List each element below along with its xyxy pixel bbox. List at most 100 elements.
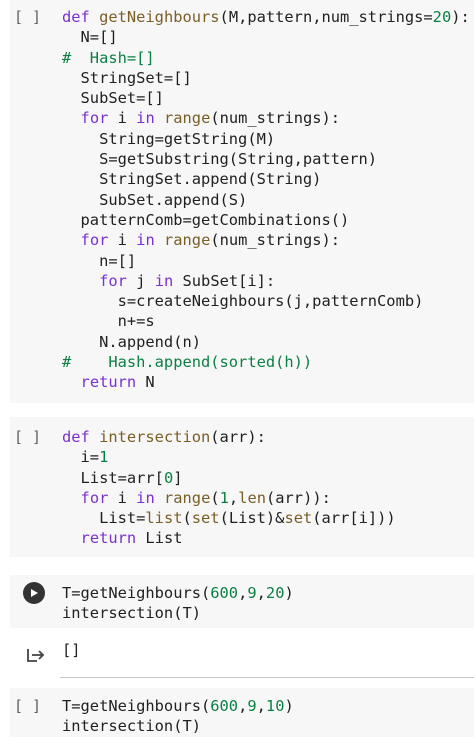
code-token: 0	[163, 468, 174, 487]
code-token: ,	[256, 584, 266, 602]
code-token: in	[136, 488, 155, 507]
code-line: # Hash=[]	[62, 48, 470, 68]
code-token: in	[136, 109, 155, 128]
code-line: n+=s	[62, 311, 470, 331]
code-token: List=arr[	[62, 468, 164, 487]
code-token: in	[154, 271, 174, 290]
code-token: n+=s	[62, 312, 155, 331]
code-token: List=	[62, 509, 146, 528]
code-editor[interactable]: T=getNeighbours(600,9,10) intersection(T)	[62, 696, 294, 737]
code-token: SubSet[i]:	[173, 271, 276, 290]
code-token: 9	[247, 584, 257, 602]
output-arrow-icon	[27, 649, 45, 662]
run-cell-button[interactable]	[23, 582, 45, 604]
code-token: String=getString(M)	[62, 129, 276, 148]
code-line: for j in SubSet[i]:	[62, 271, 470, 291]
code-token: ,	[238, 584, 248, 602]
code-token: 20	[265, 584, 285, 602]
code-token: set	[191, 509, 220, 528]
play-icon	[31, 589, 38, 597]
code-token: (num_strings):	[210, 231, 341, 250]
code-token: return	[80, 373, 137, 392]
code-token: i=	[62, 448, 100, 467]
code-token: N	[136, 373, 155, 392]
code-token: (arr[i]))	[312, 509, 396, 528]
code-editor[interactable]: def getNeighbours(M,pattern,num_strings=…	[62, 7, 470, 393]
output-divider	[60, 677, 474, 678]
code-token: set	[284, 509, 313, 528]
code-token: for	[80, 109, 109, 128]
code-token: def	[62, 428, 100, 446]
code-token: (M,pattern,num_strings=	[219, 8, 433, 26]
code-line: s=createNeighbours(j,patternComb)	[62, 291, 470, 311]
code-token: def	[62, 8, 100, 26]
code-line: List=list(set(List)&set(arr[i]))	[62, 508, 396, 528]
cell-run-gutter[interactable]: [ ]	[14, 428, 41, 446]
code-token: T=getNeighbours(	[62, 697, 211, 715]
code-token: ):	[451, 8, 470, 26]
code-line: for i in range(1,len(arr)):	[62, 488, 396, 508]
code-token: intersection(T)	[62, 604, 201, 623]
code-line: SubSet.append(S)	[62, 190, 470, 210]
code-token: S=getSubstring(String,pattern)	[62, 150, 378, 169]
code-token: list	[145, 509, 183, 528]
code-line: T=getNeighbours(600,9,20)	[62, 583, 294, 603]
code-token: )	[284, 697, 294, 715]
code-token: 9	[247, 697, 257, 715]
code-line: S=getSubstring(String,pattern)	[62, 149, 470, 169]
code-token: 1	[219, 488, 229, 507]
code-token: in	[136, 231, 155, 250]
code-editor[interactable]: T=getNeighbours(600,9,20) intersection(T)	[62, 583, 294, 624]
code-token: (	[182, 509, 192, 528]
code-line: for i in range(num_strings):	[62, 230, 470, 250]
code-token: intersection	[99, 428, 211, 446]
code-token: j	[126, 271, 155, 290]
code-token: 20	[432, 8, 452, 26]
code-editor[interactable]: def intersection(arr): i=1 List=arr[0] f…	[62, 427, 396, 549]
code-token: N=[]	[62, 28, 118, 47]
code-token: getNeighbours	[99, 8, 220, 26]
cell-output: []	[62, 641, 81, 659]
code-token: (	[210, 488, 220, 507]
code-token: N.append(n)	[62, 332, 201, 351]
code-token: # Hash=[]	[62, 48, 155, 67]
code-token: List	[136, 529, 183, 548]
code-token: SubSet=[]	[62, 89, 164, 108]
code-token: ,	[256, 697, 266, 715]
code-token: len	[238, 488, 266, 507]
code-token: (num_strings):	[210, 109, 341, 128]
cell-run-gutter[interactable]: [ ]	[14, 697, 41, 715]
code-token: return	[80, 529, 137, 548]
code-token: i	[108, 488, 137, 507]
code-line: return List	[62, 528, 396, 548]
code-line: def intersection(arr):	[62, 427, 396, 447]
code-line: SubSet=[]	[62, 88, 470, 108]
code-line: T=getNeighbours(600,9,10)	[62, 696, 294, 716]
code-token: (arr)):	[266, 488, 331, 507]
code-line: n=[]	[62, 251, 470, 271]
code-line: N.append(n)	[62, 332, 470, 352]
code-line: i=1	[62, 447, 396, 467]
code-token: (arr):	[210, 428, 266, 446]
code-token: # Hash.append(sorted(h))	[62, 353, 313, 372]
code-line: String=getString(M)	[62, 129, 470, 149]
cell-run-gutter[interactable]: [ ]	[14, 8, 41, 26]
code-token: T=getNeighbours(	[62, 584, 211, 602]
code-token: 600	[210, 584, 239, 602]
code-line: N=[]	[62, 27, 470, 47]
code-token: range	[164, 231, 211, 250]
code-token: n=[]	[62, 251, 137, 270]
code-token: 10	[265, 697, 285, 715]
code-line: StringSet=[]	[62, 68, 470, 88]
code-token: SubSet.append(S)	[62, 190, 248, 209]
code-line: List=arr[0]	[62, 468, 396, 488]
code-token: range	[164, 109, 211, 128]
